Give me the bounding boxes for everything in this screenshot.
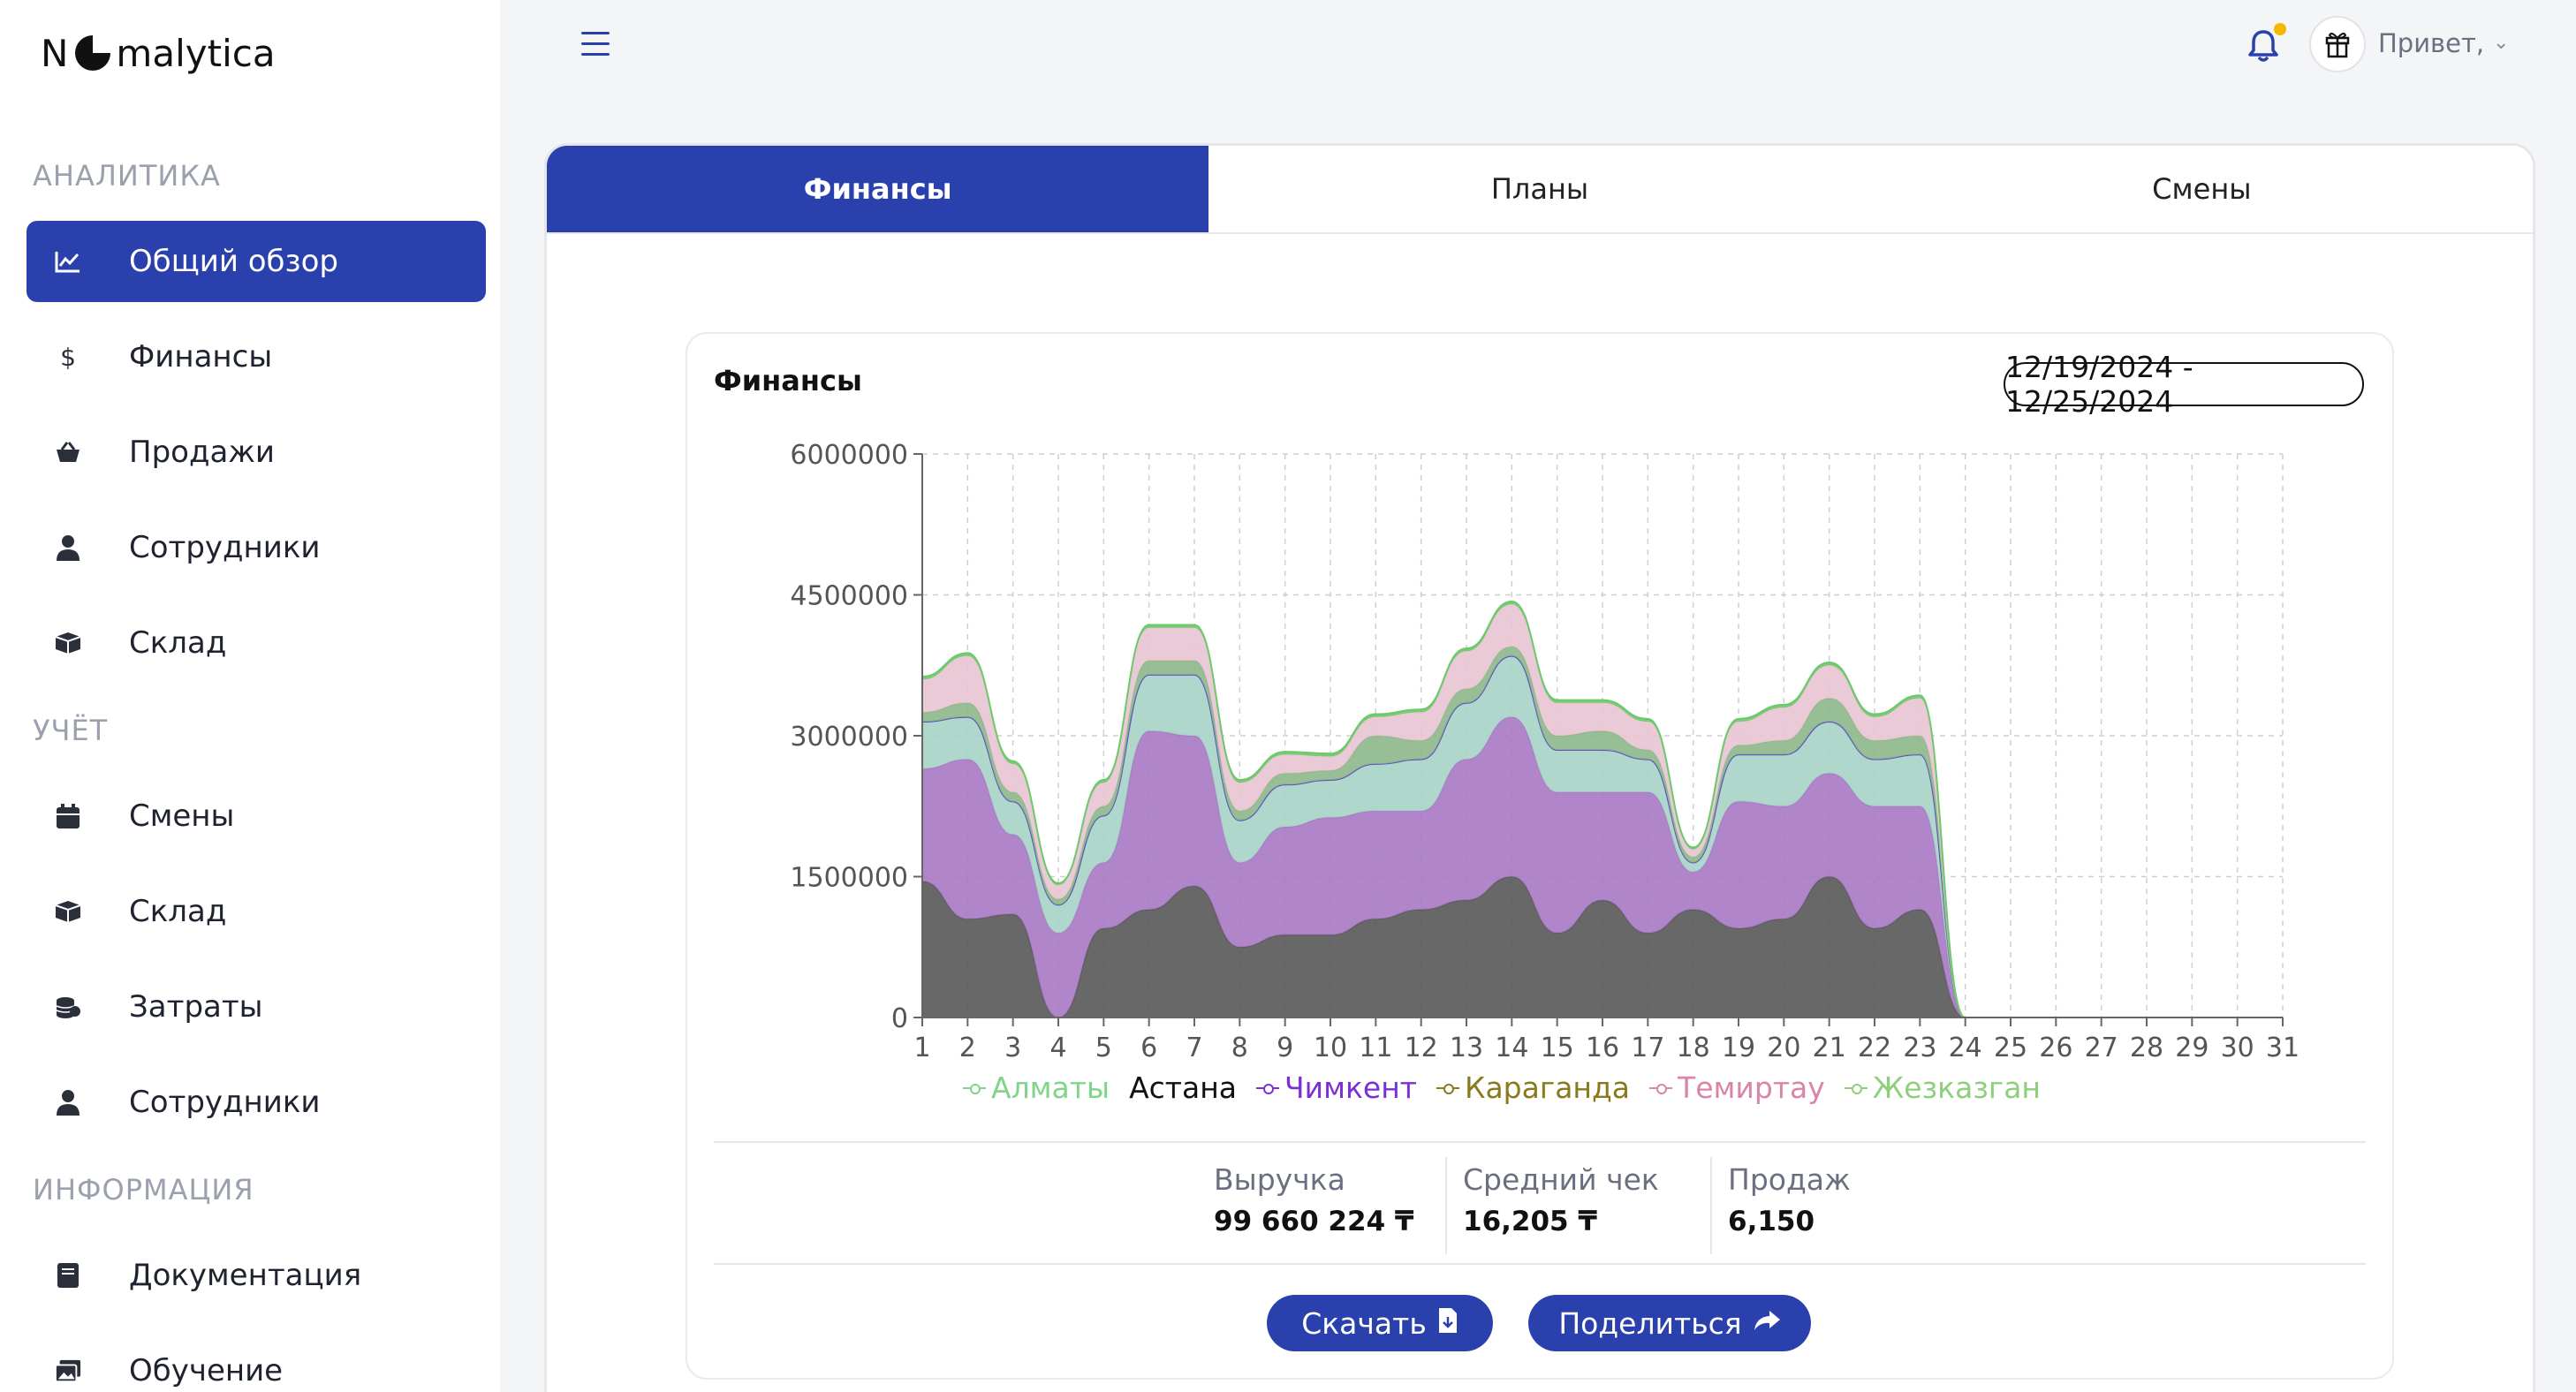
legend-item[interactable]: Чимкент xyxy=(1256,1070,1417,1105)
stat-label: Средний чек xyxy=(1463,1162,1659,1197)
file-download-icon xyxy=(1437,1307,1458,1340)
stat-separator xyxy=(1445,1157,1447,1254)
y-tick-label: 1500000 xyxy=(790,863,908,894)
x-tick-label: 28 xyxy=(2130,1033,2163,1063)
divider xyxy=(714,1263,2366,1265)
stat-average-check: Средний чек 16,205 ₸ xyxy=(1463,1162,1659,1237)
x-tick-label: 31 xyxy=(2266,1033,2299,1063)
x-tick-label: 12 xyxy=(1405,1033,1438,1063)
y-tick-label: 3000000 xyxy=(790,722,908,753)
x-tick-label: 11 xyxy=(1359,1033,1392,1063)
legend-label: Астана xyxy=(1129,1070,1238,1105)
legend-item[interactable]: Алматы xyxy=(963,1070,1110,1105)
legend-label: Темиртау xyxy=(1678,1070,1825,1105)
x-tick-label: 16 xyxy=(1586,1033,1619,1063)
x-tick-label: 15 xyxy=(1541,1033,1574,1063)
legend-label: Алматы xyxy=(991,1070,1110,1105)
x-tick-label: 7 xyxy=(1186,1033,1202,1063)
x-tick-label: 29 xyxy=(2175,1033,2209,1063)
stat-value: 99 660 224 ₸ xyxy=(1214,1206,1414,1237)
legend-item[interactable]: Жезказган xyxy=(1844,1070,2041,1105)
download-button[interactable]: Скачать xyxy=(1267,1295,1493,1351)
x-tick-label: 22 xyxy=(1858,1033,1891,1063)
x-tick-label: 1 xyxy=(913,1033,930,1063)
x-tick-label: 23 xyxy=(1903,1033,1936,1063)
stat-revenue: Выручка 99 660 224 ₸ xyxy=(1214,1162,1414,1237)
share-button-label: Поделиться xyxy=(1558,1305,1742,1341)
legend-item[interactable]: Астана xyxy=(1129,1070,1237,1105)
y-tick-label: 0 xyxy=(891,1003,908,1034)
legend-marker-icon xyxy=(1649,1083,1673,1094)
x-tick-label: 25 xyxy=(1994,1033,2027,1063)
chart-legend: Алматы Астана Чимкент Караганда Темиртау Жезк… xyxy=(963,1070,2041,1105)
x-tick-label: 27 xyxy=(2085,1033,2118,1063)
legend-marker-icon xyxy=(1844,1083,1868,1094)
x-tick-label: 17 xyxy=(1631,1033,1664,1063)
x-tick-label: 18 xyxy=(1677,1033,1710,1063)
x-tick-label: 20 xyxy=(1767,1033,1800,1063)
x-tick-label: 30 xyxy=(2221,1033,2254,1063)
share-button[interactable]: Поделиться xyxy=(1528,1295,1811,1351)
stat-value: 16,205 ₸ xyxy=(1463,1206,1597,1237)
x-tick-label: 5 xyxy=(1095,1033,1112,1063)
x-tick-label: 3 xyxy=(1004,1033,1021,1063)
y-tick-label: 4500000 xyxy=(790,581,908,612)
x-tick-label: 4 xyxy=(1049,1033,1066,1063)
x-tick-label: 10 xyxy=(1314,1033,1347,1063)
x-tick-label: 9 xyxy=(1277,1033,1293,1063)
share-arrow-icon xyxy=(1753,1309,1781,1338)
stat-label: Выручка xyxy=(1214,1162,1345,1197)
x-tick-label: 2 xyxy=(959,1033,976,1063)
stat-sales-count: Продаж 6,150 xyxy=(1728,1162,1851,1237)
download-button-label: Скачать xyxy=(1301,1305,1427,1341)
x-tick-label: 6 xyxy=(1140,1033,1157,1063)
y-tick-label: 6000000 xyxy=(790,440,908,471)
legend-marker-icon xyxy=(963,1083,986,1094)
x-tick-label: 21 xyxy=(1813,1033,1846,1063)
x-tick-label: 14 xyxy=(1495,1033,1528,1063)
legend-label: Жезказган xyxy=(1872,1070,2041,1105)
x-tick-label: 13 xyxy=(1450,1033,1483,1063)
x-tick-label: 26 xyxy=(2039,1033,2072,1063)
x-tick-label: 8 xyxy=(1231,1033,1248,1063)
stat-value: 6,150 xyxy=(1728,1206,1815,1237)
legend-item[interactable]: Караганда xyxy=(1436,1070,1630,1105)
legend-item[interactable]: Темиртау xyxy=(1649,1070,1825,1105)
stat-separator xyxy=(1710,1157,1712,1254)
legend-label: Чимкент xyxy=(1284,1070,1418,1105)
stat-label: Продаж xyxy=(1728,1162,1851,1197)
legend-marker-icon xyxy=(1436,1083,1460,1094)
x-tick-label: 19 xyxy=(1722,1033,1755,1063)
divider xyxy=(714,1141,2366,1143)
x-tick-label: 24 xyxy=(1949,1033,1982,1063)
legend-marker-icon xyxy=(1256,1083,1280,1094)
legend-label: Караганда xyxy=(1465,1070,1631,1105)
